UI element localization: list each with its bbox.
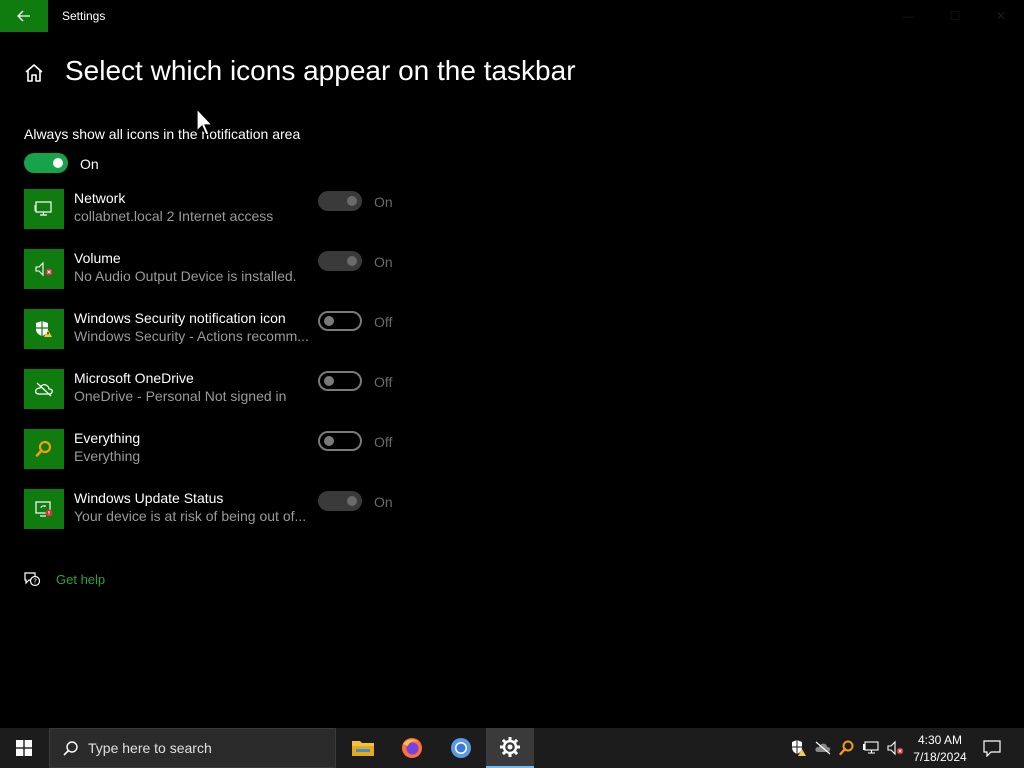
minimize-button[interactable]: — [886, 0, 932, 32]
toggle-knob [347, 256, 357, 266]
app-icon-tile [24, 189, 64, 229]
firefox-icon [402, 738, 422, 758]
app-icon-tile [24, 309, 64, 349]
toggle-knob [347, 496, 357, 506]
settings-gear-icon [500, 737, 520, 757]
magnifier-icon [839, 740, 854, 756]
app-icon-tile [24, 429, 64, 469]
app-state: On [374, 194, 393, 210]
app-state: Off [374, 314, 393, 330]
network-icon [863, 741, 879, 754]
toggle-knob [347, 196, 357, 206]
back-button[interactable] [0, 0, 48, 32]
chat-help-icon: ? [24, 572, 41, 587]
onedrive-toggle[interactable] [318, 371, 362, 391]
cloud-off-icon [35, 382, 53, 397]
title-bar: Settings — ☐ ✕ [0, 0, 1024, 32]
shield-warning-icon [36, 321, 52, 337]
taskbar-firefox[interactable] [388, 728, 436, 768]
tray-onedrive[interactable] [811, 728, 835, 768]
app-state: On [374, 494, 393, 510]
app-state: On [374, 254, 393, 270]
update-warning-icon [35, 501, 53, 517]
maximize-icon: ☐ [949, 9, 961, 23]
app-row-windows-update: Windows Update Status Your device is at … [24, 489, 424, 533]
app-name: Windows Update Status [74, 490, 224, 506]
close-button[interactable]: ✕ [978, 0, 1024, 32]
app-description: OneDrive - Personal Not signed in [74, 388, 287, 404]
always-show-toggle[interactable] [24, 153, 68, 173]
page-title: Select which icons appear on the taskbar [65, 55, 576, 86]
app-description: Your device is at risk of being out of..… [74, 508, 307, 524]
app-icon-tile [24, 489, 64, 529]
clock-date: 7/18/2024 [913, 750, 967, 764]
shield-warning-icon [792, 740, 806, 756]
tray-everything[interactable] [835, 728, 859, 768]
tray-volume[interactable] [883, 728, 907, 768]
app-name: Windows Security notification icon [74, 310, 286, 326]
search-input[interactable] [88, 729, 328, 767]
start-button[interactable] [0, 728, 48, 768]
tray-network[interactable] [859, 728, 883, 768]
taskbar-clock[interactable]: 4:30 AM 7/18/2024 [905, 732, 975, 766]
volume-muted-icon [887, 740, 904, 756]
app-row-everything: Everything Everything Off [24, 429, 424, 473]
mouse-cursor-icon [196, 108, 214, 136]
taskbar-chrome[interactable] [437, 728, 485, 768]
search-icon [63, 741, 78, 756]
magnifier-icon [35, 440, 52, 457]
app-row-windows-security: Windows Security notification icon Windo… [24, 309, 424, 353]
notification-icon [983, 740, 1001, 757]
arrow-left-icon [17, 10, 30, 22]
always-show-label: Always show all icons in the notificatio… [24, 126, 301, 142]
app-name: Microsoft OneDrive [74, 370, 194, 386]
minimize-icon: — [903, 9, 915, 23]
window-title: Settings [62, 9, 106, 23]
app-name: Network [74, 190, 126, 206]
app-icon-tile [24, 249, 64, 289]
app-state: Off [374, 434, 393, 450]
app-row-volume: Volume No Audio Output Device is install… [24, 249, 424, 293]
app-description: collabnet.local 2 Internet access [74, 208, 274, 224]
app-row-onedrive: Microsoft OneDrive OneDrive - Personal N… [24, 369, 424, 413]
windows-security-toggle[interactable] [318, 311, 362, 331]
volume-toggle[interactable] [318, 251, 362, 271]
app-row-network: Network collabnet.local 2 Internet acces… [24, 189, 424, 233]
windows-logo-icon [16, 740, 32, 756]
maximize-button[interactable]: ☐ [932, 0, 978, 32]
network-icon [34, 201, 52, 216]
toggle-knob [53, 158, 63, 168]
app-name: Volume [74, 250, 121, 266]
tray-security[interactable] [787, 728, 811, 768]
file-explorer-icon [352, 741, 374, 756]
taskbar-search-box[interactable] [49, 728, 336, 768]
get-help-link[interactable]: Get help [56, 572, 105, 587]
chrome-icon [451, 738, 471, 758]
cloud-off-icon [815, 741, 831, 755]
taskbar-file-explorer[interactable] [339, 728, 387, 768]
svg-text:?: ? [33, 578, 37, 586]
toggle-knob [324, 316, 334, 326]
app-icon-tile [24, 369, 64, 409]
app-description: Everything [74, 448, 141, 464]
taskbar: 4:30 AM 7/18/2024 [0, 728, 1024, 768]
home-icon[interactable] [23, 62, 45, 84]
notification-center-button[interactable] [978, 728, 1006, 768]
app-name: Everything [74, 430, 141, 446]
taskbar-settings[interactable] [486, 728, 534, 768]
everything-toggle[interactable] [318, 431, 362, 451]
toggle-knob [324, 376, 334, 386]
toggle-knob [324, 436, 334, 446]
close-icon: ✕ [995, 9, 1007, 23]
windows-update-toggle[interactable] [318, 491, 362, 511]
app-description: Windows Security - Actions recomm... [74, 328, 309, 344]
always-show-state: On [80, 156, 99, 172]
network-toggle[interactable] [318, 191, 362, 211]
app-description: No Audio Output Device is installed. [74, 268, 297, 284]
app-state: Off [374, 374, 393, 390]
volume-muted-icon [35, 261, 53, 277]
clock-time: 4:30 AM [917, 733, 963, 747]
